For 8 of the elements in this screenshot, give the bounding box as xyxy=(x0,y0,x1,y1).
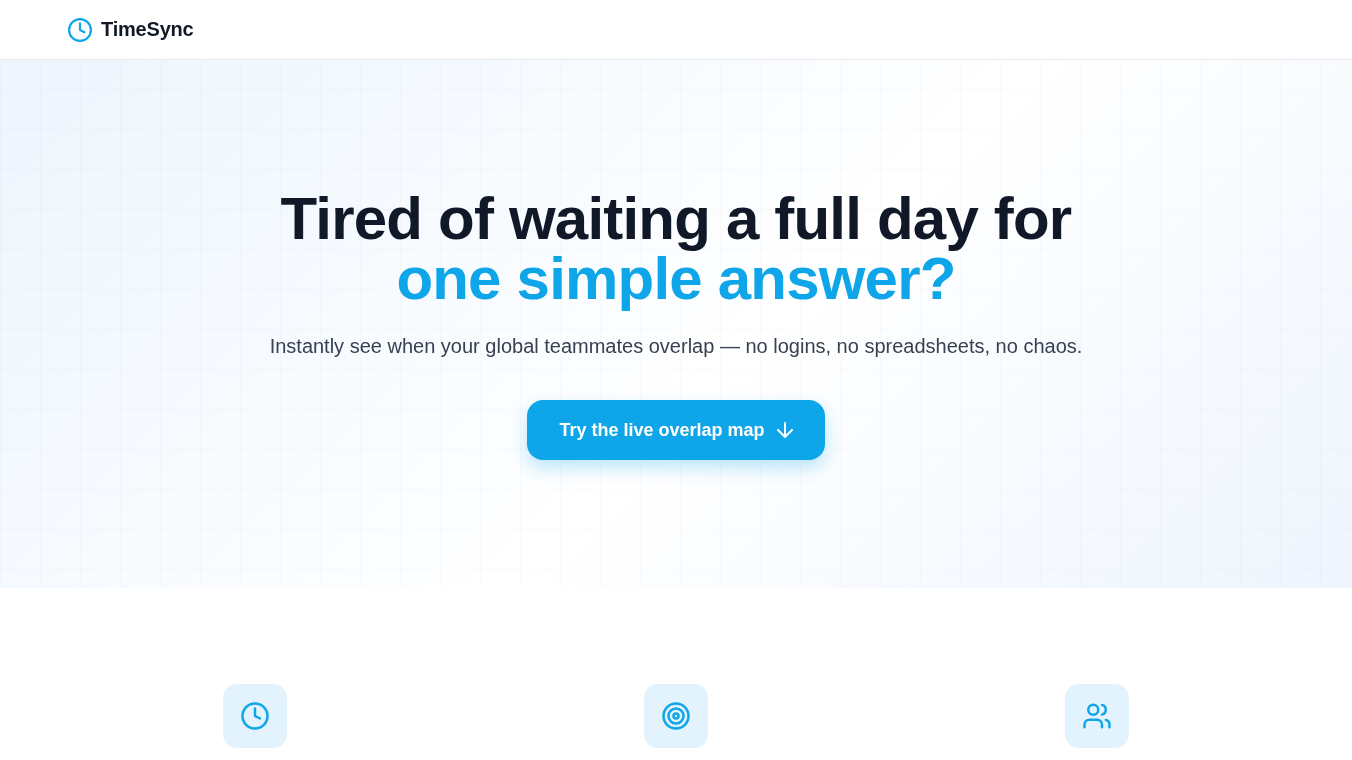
target-icon xyxy=(644,684,708,748)
users-icon xyxy=(1065,684,1130,748)
brand-name[interactable]: TimeSync xyxy=(101,18,194,41)
clock-icon xyxy=(222,684,287,748)
clock-logo-icon xyxy=(68,17,92,42)
subtitle: Instantly see when your global teammates overlap — no logins, no spreadsheets, no chaos. xyxy=(269,334,1083,359)
headline: Tired of waiting a full day for xyxy=(280,189,1072,249)
arrow-down-icon xyxy=(776,422,793,438)
